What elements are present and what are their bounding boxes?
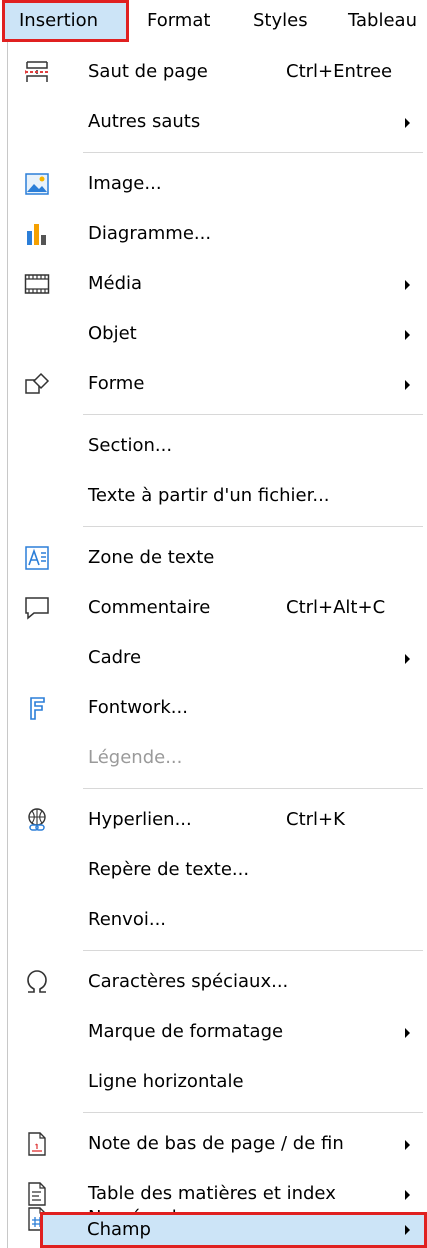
menu-item-ligne-horizontale[interactable]: Ligne horizontale: [8, 1057, 427, 1107]
menu-item-label: Image...: [88, 173, 162, 194]
menu-item-label: Autres sauts: [88, 111, 201, 132]
submenu-arrow-icon: [405, 1140, 410, 1150]
menu-separator: [83, 414, 423, 415]
menu-item-section[interactable]: Section...: [8, 421, 427, 471]
submenu-arrow-icon: [405, 118, 410, 128]
menu-separator: [83, 1112, 423, 1113]
fontwork-icon: [24, 695, 50, 721]
menu-item-label: Diagramme...: [88, 223, 212, 244]
menu-item-label: Fontwork...: [88, 697, 188, 718]
menu-item-forme[interactable]: Forme: [8, 359, 427, 409]
submenu-arrow-icon: [405, 1225, 410, 1235]
submenu-arrow-icon: [405, 380, 410, 390]
toc-icon: [24, 1181, 50, 1207]
menu-separator: [83, 788, 423, 789]
menu-item-hyperlien[interactable]: Hyperlien... Ctrl+K: [8, 795, 427, 845]
menu-item-label: Caractères spéciaux...: [88, 971, 289, 992]
menu-separator: [83, 950, 423, 951]
menu-item-zone-de-texte[interactable]: Zone de texte: [8, 533, 427, 583]
text-box-icon: [24, 545, 50, 571]
submenu-arrow-icon: [405, 280, 410, 290]
menu-item-repere-de-texte[interactable]: Repère de texte...: [8, 845, 427, 895]
submenu-arrow-icon: [405, 1190, 410, 1200]
menu-item-champ[interactable]: Champ: [40, 1212, 427, 1248]
menu-item-caracteres-speciaux[interactable]: Caractères spéciaux...: [8, 957, 427, 1007]
menu-item-saut-de-page[interactable]: Saut de page Ctrl+Entree: [8, 47, 427, 97]
menu-item-label: Cadre: [88, 647, 142, 668]
menu-item-label: Repère de texte...: [88, 859, 250, 880]
menu-item-label: Renvoi...: [88, 909, 167, 930]
menu-item-commentaire[interactable]: Commentaire Ctrl+Alt+C: [8, 583, 427, 633]
menu-item-fontwork[interactable]: Fontwork...: [8, 683, 427, 733]
menu-item-label: Note de bas de page / de fin: [88, 1133, 344, 1154]
submenu-arrow-icon: [405, 1028, 410, 1038]
insertion-dropdown-menu: Saut de page Ctrl+Entree Autres sauts Im…: [7, 42, 427, 1248]
menu-item-label: Média: [88, 273, 143, 294]
menu-item-label: Saut de page: [88, 61, 208, 82]
menu-item-label: Texte à partir d'un fichier...: [88, 485, 330, 506]
menu-item-label: Forme: [88, 373, 145, 394]
footnote-icon: [24, 1131, 50, 1157]
menu-separator: [83, 152, 423, 153]
menu-item-note-de-bas-de-page[interactable]: Note de bas de page / de fin: [8, 1119, 427, 1169]
menu-format[interactable]: Format: [147, 0, 210, 42]
menu-insertion[interactable]: Insertion: [2, 0, 129, 42]
menu-item-label: Objet: [88, 323, 137, 344]
menu-item-autres-sauts[interactable]: Autres sauts: [8, 97, 427, 147]
menu-bar: Insertion Format Styles Tableau: [0, 0, 427, 42]
shortcut-label: Ctrl+Entree: [286, 61, 393, 82]
menu-item-diagramme[interactable]: Diagramme...: [8, 209, 427, 259]
menu-item-image[interactable]: Image...: [8, 159, 427, 209]
menu-item-label: Ligne horizontale: [88, 1071, 244, 1092]
menu-item-label: Hyperlien...: [88, 809, 192, 830]
shortcut-label: Ctrl+Alt+C: [286, 597, 386, 618]
submenu-arrow-icon: [405, 330, 410, 340]
hyperlink-icon: [24, 807, 50, 833]
menu-item-texte-fichier[interactable]: Texte à partir d'un fichier...: [8, 471, 427, 521]
menu-item-media[interactable]: Média: [8, 259, 427, 309]
menu-item-cadre[interactable]: Cadre: [8, 633, 427, 683]
image-icon: [24, 171, 50, 197]
submenu-arrow-icon: [405, 654, 410, 664]
menu-item-label: Commentaire: [88, 597, 211, 618]
menu-item-objet[interactable]: Objet: [8, 309, 427, 359]
menu-item-label: Champ: [87, 1219, 151, 1240]
chart-icon: [24, 221, 50, 247]
menu-item-label: Section...: [88, 435, 173, 456]
menu-item-label: Marque de formatage: [88, 1021, 284, 1042]
menu-item-renvoi[interactable]: Renvoi...: [8, 895, 427, 945]
omega-icon: [24, 969, 50, 995]
shortcut-label: Ctrl+K: [286, 809, 345, 830]
menu-item-label: Légende...: [88, 747, 183, 768]
menu-tableau[interactable]: Tableau: [348, 0, 417, 42]
comment-icon: [24, 595, 50, 621]
menu-item-marque-de-formatage[interactable]: Marque de formatage: [8, 1007, 427, 1057]
media-icon: [24, 271, 50, 297]
menu-item-label: Zone de texte: [88, 547, 215, 568]
shape-icon: [24, 371, 50, 397]
menu-item-legende: Légende...: [8, 733, 427, 783]
page-break-icon: [24, 59, 50, 85]
menu-styles[interactable]: Styles: [253, 0, 308, 42]
menu-separator: [83, 526, 423, 527]
